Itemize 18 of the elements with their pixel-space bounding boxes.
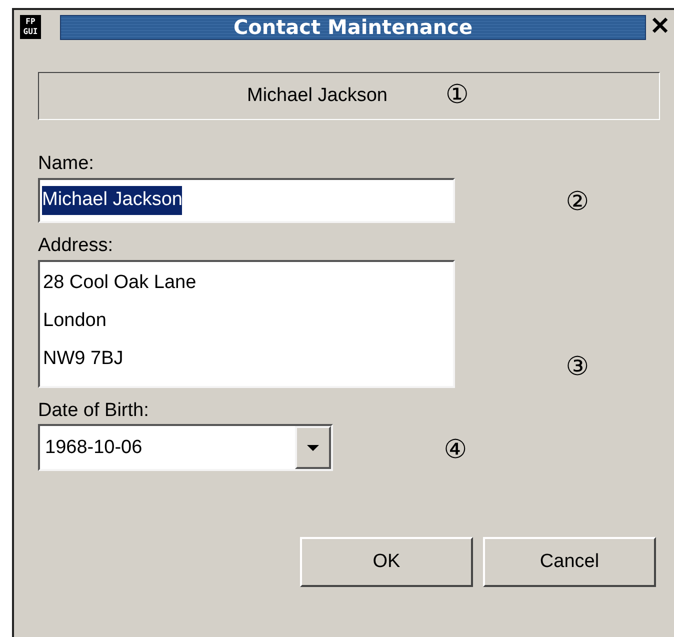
- dialog-button[interactable]: Cancel: [483, 537, 656, 588]
- caret-icon: [306, 444, 320, 452]
- step-number: ③: [566, 354, 589, 380]
- date-dropdown[interactable]: 1968-10-06: [38, 424, 333, 472]
- app-icon: FP GUI: [20, 15, 41, 39]
- address-field[interactable]: 28 Cool Oak Lane London NW9 7BJ: [38, 260, 455, 388]
- dropdown-button[interactable]: [295, 426, 331, 470]
- step-number: ②: [566, 188, 589, 215]
- close-button[interactable]: ✕: [650, 15, 670, 39]
- window-title: Contact Maintenance: [233, 14, 473, 41]
- step-number: ④: [444, 437, 467, 464]
- field-label: Date of Birth:: [38, 398, 150, 422]
- contact-name: Michael Jackson: [247, 84, 388, 108]
- field-label: Address:: [38, 234, 114, 258]
- step-number: ①: [445, 80, 469, 110]
- dialog-button[interactable]: OK: [300, 537, 473, 588]
- field-label: Name:: [38, 152, 95, 176]
- name-field[interactable]: Michael Jackson: [38, 178, 455, 223]
